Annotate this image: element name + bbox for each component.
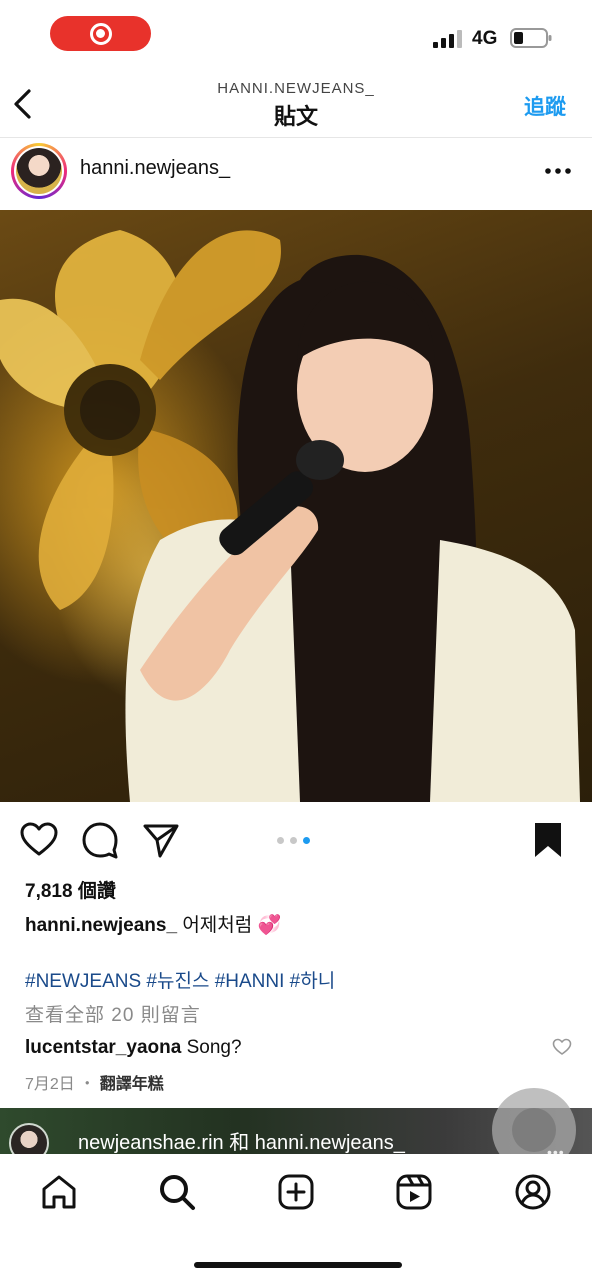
page-title: 貼文 [273,104,318,129]
comment-icon[interactable] [80,820,120,860]
home-indicator[interactable] [194,1262,402,1268]
status-bar: 4G [0,0,592,70]
top-comment: lucentstar_yaona Song? [25,1037,242,1059]
signal-icon [433,30,462,48]
post-photo[interactable] [0,210,592,802]
follow-button[interactable]: 追蹤 [524,91,566,121]
post-actions [0,808,592,870]
hashtags[interactable]: #NEWJEANS #뉴진스 #HANNI #하니 [25,966,335,993]
view-all-comments-link[interactable]: 查看全部 20 則留言 [25,1000,201,1027]
screen-recording-indicator[interactable] [50,16,151,51]
network-label: 4G [472,28,498,49]
share-icon[interactable] [141,820,181,860]
record-icon [89,22,112,45]
meta-separator: ・ [79,1076,96,1093]
carousel-dot-active [303,837,310,844]
like-count[interactable]: 7,818 個讚 [25,876,116,903]
caption-text: 어제처럼 💞 [182,915,282,936]
next-post-avatar[interactable] [9,1123,49,1154]
comment-text: Song? [186,1037,242,1058]
post-header-bar: HANNI.NEWJEANS_ 貼文 追蹤 [0,70,592,138]
post-caption: hanni.newjeans_ 어제처럼 💞 [25,910,281,937]
carousel-indicator [277,837,310,844]
header-username: HANNI.NEWJEANS_ [217,80,375,97]
avatar[interactable] [11,143,67,199]
comment-heart-icon[interactable] [552,1038,572,1056]
more-icon[interactable] [544,167,572,175]
post-date: 7月2日 [25,1076,75,1093]
photo-illustration [0,230,580,802]
create-icon[interactable] [276,1172,316,1212]
post-author-row: hanni.newjeans_ [0,139,592,210]
next-post-usernames[interactable]: newjeanshae.rin 和 hanni.newjeans_ [78,1126,405,1154]
caption-username[interactable]: hanni.newjeans_ [25,915,177,936]
carousel-dot [290,837,297,844]
post-meta: 7月2日 ・ 翻譯年糕 [25,1070,164,1094]
post-username[interactable]: hanni.newjeans_ [80,157,230,180]
profile-icon[interactable] [513,1172,553,1212]
translate-link[interactable]: 翻譯年糕 [100,1076,164,1093]
bookmark-icon[interactable] [528,820,568,860]
carousel-dot [277,837,284,844]
home-icon[interactable] [39,1172,79,1212]
battery-icon [510,28,552,48]
comment-username[interactable]: lucentstar_yaona [25,1037,181,1058]
search-icon[interactable] [157,1172,197,1212]
avatar-image [16,148,62,194]
reels-icon[interactable] [394,1172,434,1212]
heart-icon[interactable] [19,820,59,860]
